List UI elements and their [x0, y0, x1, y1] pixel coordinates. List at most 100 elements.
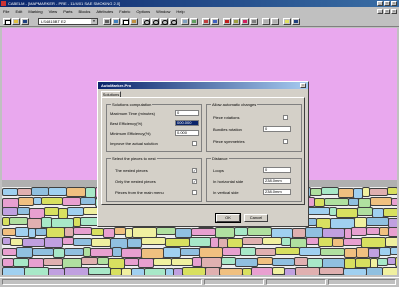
close-button[interactable]: × [391, 1, 397, 6]
marker-piece[interactable] [127, 238, 142, 248]
marker-piece[interactable] [2, 207, 18, 216]
zoom-in-icon[interactable] [151, 18, 159, 25]
menu-attributes[interactable]: Attributes [93, 9, 116, 14]
minimize-button[interactable]: _ [377, 1, 383, 6]
menu-fabric[interactable]: Fabric [116, 9, 133, 14]
marker-piece[interactable] [234, 227, 248, 236]
marker-piece[interactable] [262, 237, 282, 245]
marker-piece[interactable] [144, 268, 166, 275]
marker-piece[interactable] [366, 217, 389, 226]
improve-checkbox[interactable] [192, 141, 197, 146]
marker-piece[interactable] [320, 248, 345, 256]
best-eff-field[interactable]: 000.000 [175, 120, 199, 126]
marker-piece[interactable] [2, 228, 16, 236]
marker-piece[interactable] [165, 238, 190, 247]
marker-piece[interactable] [131, 268, 145, 275]
marker-piece[interactable] [156, 227, 176, 235]
menu-view[interactable]: View [46, 9, 61, 14]
marker-piece[interactable] [247, 227, 272, 236]
marker-piece[interactable] [343, 238, 362, 246]
marker-piece[interactable] [15, 227, 29, 237]
marker-piece[interactable] [205, 267, 220, 275]
marker-piece[interactable] [88, 267, 111, 275]
marker-piece[interactable] [351, 227, 367, 236]
ok-button[interactable]: OK [215, 213, 241, 223]
marker-piece[interactable] [366, 227, 380, 235]
marker-piece[interactable] [390, 247, 397, 255]
min-eff-field[interactable]: 0.000 [175, 130, 199, 136]
marker-piece[interactable] [219, 268, 243, 275]
nested-pieces-checkbox[interactable]: ✓ [192, 168, 197, 173]
loops-field[interactable]: 0 [263, 167, 291, 173]
marker-piece[interactable] [388, 227, 397, 237]
marker-piece[interactable] [138, 258, 154, 268]
marker-piece[interactable] [153, 258, 172, 266]
undo-icon[interactable] [262, 18, 270, 25]
marker-piece[interactable] [16, 247, 33, 258]
marker-piece[interactable] [9, 217, 28, 225]
chevron-down-icon[interactable]: ▼ [91, 19, 97, 24]
refresh-icon[interactable] [190, 18, 198, 25]
marker-piece[interactable] [18, 197, 34, 206]
marker-piece[interactable] [2, 188, 18, 196]
zoom-window-icon[interactable] [142, 18, 150, 25]
marker-piece[interactable] [64, 248, 84, 256]
marker-piece[interactable] [299, 247, 321, 256]
marker-piece[interactable] [221, 257, 236, 265]
marker-piece[interactable] [73, 238, 92, 246]
marker-piece[interactable] [182, 267, 206, 275]
marker-piece[interactable] [62, 197, 81, 206]
marker-piece[interactable] [369, 188, 388, 196]
marker-piece[interactable] [294, 257, 308, 266]
doc-restore-button[interactable]: □ [384, 9, 390, 14]
menu-marking[interactable]: Marking [25, 9, 45, 14]
marker-piece[interactable] [48, 187, 67, 196]
marker-piece[interactable] [121, 248, 142, 258]
marker-piece[interactable] [67, 207, 84, 216]
vertical-field[interactable]: 238.0mm [263, 189, 291, 195]
max-time-field[interactable]: 0 [175, 110, 199, 116]
maximize-button[interactable]: □ [384, 1, 390, 6]
print-icon[interactable] [103, 18, 111, 25]
redo-icon[interactable] [271, 18, 279, 25]
marker-piece[interactable] [17, 188, 32, 196]
doc-close-button[interactable]: × [391, 9, 397, 14]
marker-piece[interactable] [180, 248, 200, 256]
layout-icon[interactable] [181, 18, 189, 25]
marker-piece[interactable] [80, 197, 96, 205]
marker-piece[interactable] [91, 238, 111, 247]
marker-piece[interactable] [255, 248, 276, 256]
marker-piece[interactable] [41, 197, 63, 205]
marker-piece[interactable] [383, 208, 397, 217]
ruler-icon[interactable] [232, 18, 240, 25]
help-icon[interactable] [292, 18, 300, 25]
marker-piece[interactable] [321, 187, 339, 195]
marker-piece[interactable] [387, 187, 397, 195]
marker-piece[interactable] [171, 258, 193, 266]
marker-piece[interactable] [307, 207, 330, 215]
marker-piece[interactable] [257, 257, 273, 265]
table-icon[interactable] [250, 18, 258, 25]
chart-icon[interactable] [211, 18, 219, 25]
marker-piece[interactable] [366, 267, 383, 275]
marker-piece[interactable] [343, 268, 367, 275]
only-nested-checkbox[interactable]: ✓ [192, 179, 197, 184]
marker-piece[interactable] [275, 247, 300, 255]
menu-edit[interactable]: Edit [12, 9, 25, 14]
bars-icon[interactable] [202, 18, 210, 25]
marker-piece[interactable] [295, 267, 320, 275]
marker-piece[interactable] [43, 258, 63, 266]
piece-rotations-checkbox[interactable] [283, 115, 288, 120]
marker-piece[interactable] [31, 187, 49, 196]
menu-file[interactable]: File [0, 9, 12, 14]
marker-piece[interactable] [319, 267, 344, 275]
marker-piece[interactable] [242, 237, 263, 245]
marker-piece[interactable] [338, 188, 354, 198]
marker-piece[interactable] [222, 247, 241, 256]
marker-piece[interactable] [90, 248, 113, 257]
flag-icon[interactable] [223, 18, 231, 25]
marker-piece[interactable] [370, 197, 392, 206]
marker-piece[interactable] [44, 207, 59, 216]
menu-window[interactable]: Window [153, 9, 173, 14]
save-icon[interactable] [21, 18, 29, 25]
